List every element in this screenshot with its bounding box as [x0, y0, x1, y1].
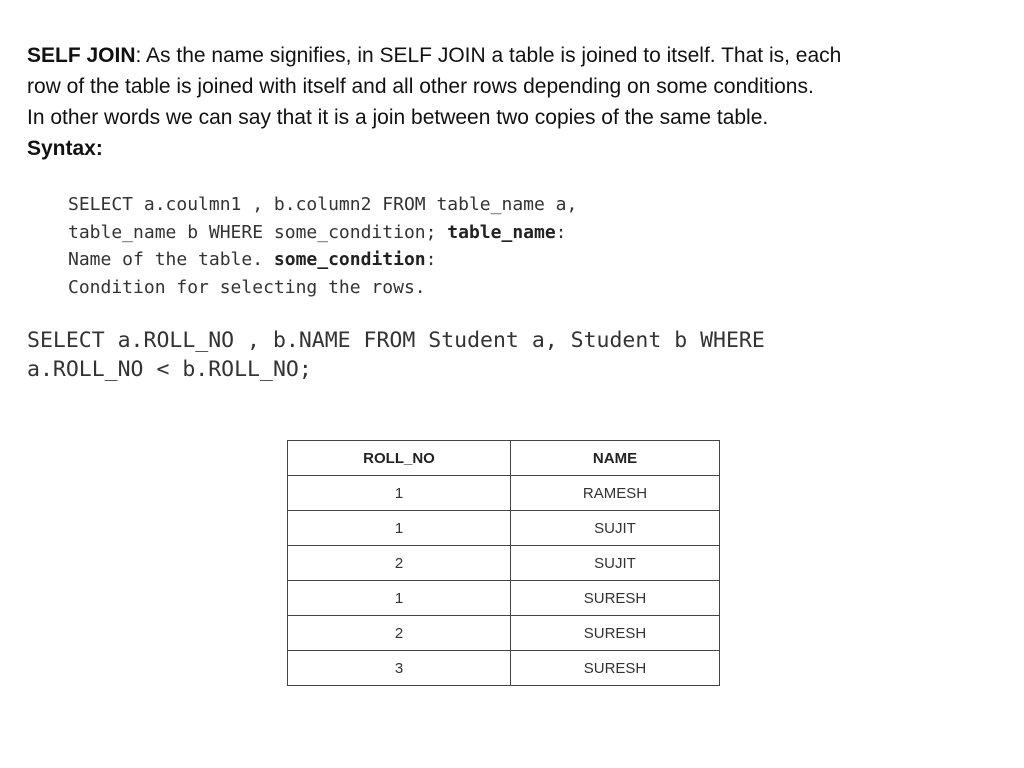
syntax-line-1: SELECT a.coulmn1 , b.column2 FROM table_…: [68, 194, 578, 215]
table-row: 3 SURESH: [287, 650, 720, 686]
table-row: 2 SURESH: [287, 615, 720, 651]
cell-name: SURESH: [510, 650, 720, 686]
cell-roll-no: 2: [287, 615, 511, 651]
table-row: 1 SURESH: [287, 580, 720, 616]
table-name-param: table_name: [447, 221, 556, 243]
table-row: 1 RAMESH: [287, 475, 720, 511]
syntax-line-4: Condition for selecting the rows.: [68, 276, 426, 298]
cell-roll-no: 1: [287, 510, 511, 546]
cell-name: SUJIT: [510, 510, 720, 546]
table-row: 1 SUJIT: [287, 510, 720, 546]
syntax-code-block: SELECT a.coulmn1 , b.column2 FROM table_…: [68, 191, 577, 301]
cell-name: SURESH: [510, 580, 720, 616]
result-table: ROLL_NO NAME 1 RAMESH 1 SUJIT 2 SUJIT 1 SURE…: [287, 440, 720, 686]
cell-roll-no: 1: [287, 580, 511, 616]
cell-roll-no: 1: [287, 475, 511, 511]
some-condition-param: some_condition: [273, 249, 426, 270]
cell-roll-no: 3: [287, 650, 511, 686]
definition-line-1: SELF JOIN: As the name signifies, in SEL…: [27, 40, 1007, 71]
example-line-1: SELECT a.ROLL_NO , b.NAME FROM Student a…: [27, 328, 765, 353]
cell-roll-no: 2: [287, 545, 511, 581]
definition-line-3: In other words we can say that it is a j…: [27, 106, 769, 129]
cell-name: RAMESH: [510, 475, 720, 511]
definition-text-1: : As the name signifies, in SELF JOIN a …: [135, 44, 842, 67]
table-header-row: ROLL_NO NAME: [287, 440, 720, 476]
example-line-2: a.ROLL_NO < b.ROLL_NO;: [27, 357, 312, 382]
cell-name: SURESH: [510, 615, 720, 651]
self-join-term: SELF JOIN: [27, 44, 136, 67]
definition-line-2: row of the table is joined with itself a…: [27, 75, 814, 98]
header-roll-no: ROLL_NO: [287, 440, 511, 476]
syntax-line-2: table_name b WHERE some_condition; table…: [68, 221, 567, 243]
cell-name: SUJIT: [510, 545, 720, 581]
syntax-line-3: Name of the table. some_condition:: [68, 249, 437, 270]
intro-section: SELF JOIN: As the name signifies, in SEL…: [27, 40, 1007, 164]
header-name: NAME: [510, 440, 720, 476]
example-query: SELECT a.ROLL_NO , b.NAME FROM Student a…: [27, 326, 765, 384]
syntax-label: Syntax:: [27, 137, 103, 160]
table-row: 2 SUJIT: [287, 545, 720, 581]
